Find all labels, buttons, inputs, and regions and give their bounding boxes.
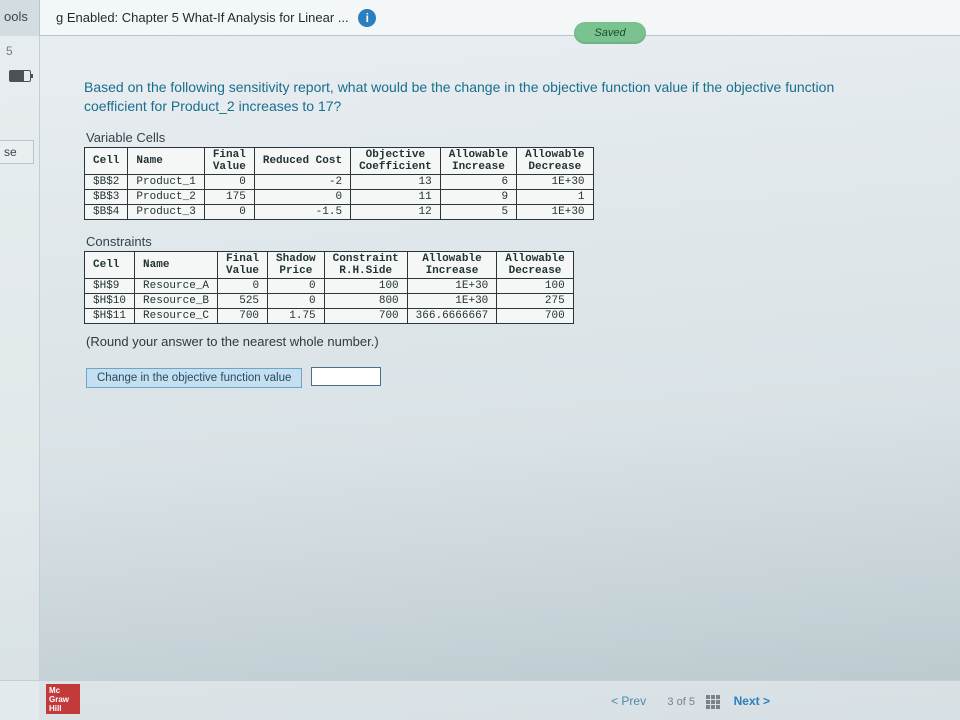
table-row: $B$3 Product_2 175 0 11 9 1 bbox=[85, 189, 594, 204]
cell: 1.75 bbox=[268, 308, 325, 323]
tab-se[interactable]: se bbox=[0, 140, 34, 164]
cell: 0 bbox=[268, 278, 325, 293]
table-row: $B$2 Product_1 0 -2 13 6 1E+30 bbox=[85, 174, 594, 189]
question-text: Based on the following sensitivity repor… bbox=[84, 78, 884, 116]
table-row: $H$10 Resource_B 525 0 800 1E+30 275 bbox=[85, 293, 574, 308]
cell: $B$4 bbox=[85, 204, 128, 219]
col-name: Name bbox=[128, 147, 204, 174]
cell: 1E+30 bbox=[517, 204, 593, 219]
assignment-title: g Enabled: Chapter 5 What-If Analysis fo… bbox=[56, 9, 376, 27]
variable-cells-heading: Variable Cells bbox=[86, 130, 936, 145]
table-header-row: Cell Name Final Value Shadow Price Const… bbox=[85, 251, 574, 278]
info-icon[interactable]: i bbox=[358, 9, 376, 27]
cell: 11 bbox=[351, 189, 441, 204]
cell: Product_1 bbox=[128, 174, 204, 189]
cell: 1E+30 bbox=[517, 174, 593, 189]
navigation: < Prev 3 of 5 Next > bbox=[601, 690, 780, 712]
next-button[interactable]: Next > bbox=[724, 690, 780, 712]
cell: 100 bbox=[497, 278, 573, 293]
cell: $B$3 bbox=[85, 189, 128, 204]
battery-icon bbox=[9, 70, 31, 82]
cell: Resource_B bbox=[135, 293, 218, 308]
cell: $H$9 bbox=[85, 278, 135, 293]
rail-number: 5 bbox=[6, 44, 39, 58]
answer-row: Change in the objective function value bbox=[86, 367, 936, 388]
mcgraw-hill-logo: Mc Graw Hill bbox=[46, 684, 80, 714]
cell: 0 bbox=[218, 278, 268, 293]
cell: Product_2 bbox=[128, 189, 204, 204]
cell: 6 bbox=[440, 174, 516, 189]
saved-badge: Saved bbox=[574, 22, 646, 44]
cell: $H$11 bbox=[85, 308, 135, 323]
col-objective: Objective Coefficient bbox=[351, 147, 441, 174]
page-indicator: 3 of 5 bbox=[667, 696, 695, 708]
constraints-heading: Constraints bbox=[86, 234, 936, 249]
question-content: Based on the following sensitivity repor… bbox=[84, 78, 936, 388]
cell: 0 bbox=[204, 174, 254, 189]
cell: 366.6666667 bbox=[407, 308, 497, 323]
grid-icon[interactable] bbox=[706, 695, 720, 709]
top-bar: ools g Enabled: Chapter 5 What-If Analys… bbox=[0, 0, 960, 36]
assignment-title-text: g Enabled: Chapter 5 What-If Analysis fo… bbox=[56, 10, 349, 25]
cell: $B$2 bbox=[85, 174, 128, 189]
cell: 9 bbox=[440, 189, 516, 204]
prev-button[interactable]: < Prev bbox=[601, 690, 656, 712]
cell: 13 bbox=[351, 174, 441, 189]
table-row: $H$11 Resource_C 700 1.75 700 366.666666… bbox=[85, 308, 574, 323]
col-cell: Cell bbox=[85, 147, 128, 174]
cell: 1E+30 bbox=[407, 278, 497, 293]
cell: $H$10 bbox=[85, 293, 135, 308]
table-row: $B$4 Product_3 0 -1.5 12 5 1E+30 bbox=[85, 204, 594, 219]
table-row: $H$9 Resource_A 0 0 100 1E+30 100 bbox=[85, 278, 574, 293]
col-rhs: Constraint R.H.Side bbox=[324, 251, 407, 278]
cell: 175 bbox=[204, 189, 254, 204]
cell: 1 bbox=[517, 189, 593, 204]
cell: 0 bbox=[254, 189, 350, 204]
cell: -2 bbox=[254, 174, 350, 189]
col-final: Final Value bbox=[204, 147, 254, 174]
tab-tools[interactable]: ools bbox=[0, 0, 40, 36]
col-allow-inc: Allowable Increase bbox=[440, 147, 516, 174]
cell: 525 bbox=[218, 293, 268, 308]
cell: 700 bbox=[324, 308, 407, 323]
constraints-table: Cell Name Final Value Shadow Price Const… bbox=[84, 251, 574, 324]
cell: 12 bbox=[351, 204, 441, 219]
col-allow-dec: Allowable Decrease bbox=[517, 147, 593, 174]
cell: 100 bbox=[324, 278, 407, 293]
col-shadow: Shadow Price bbox=[268, 251, 325, 278]
col-reduced: Reduced Cost bbox=[254, 147, 350, 174]
col-allow-inc: Allowable Increase bbox=[407, 251, 497, 278]
rounding-note: (Round your answer to the nearest whole … bbox=[86, 334, 936, 349]
cell: Product_3 bbox=[128, 204, 204, 219]
left-rail: 5 bbox=[0, 36, 40, 720]
answer-label: Change in the objective function value bbox=[86, 368, 302, 388]
col-allow-dec: Allowable Decrease bbox=[497, 251, 573, 278]
cell: 700 bbox=[497, 308, 573, 323]
cell: 1E+30 bbox=[407, 293, 497, 308]
col-final: Final Value bbox=[218, 251, 268, 278]
cell: 700 bbox=[218, 308, 268, 323]
answer-input[interactable] bbox=[311, 367, 381, 386]
cell: 275 bbox=[497, 293, 573, 308]
col-name: Name bbox=[135, 251, 218, 278]
cell: -1.5 bbox=[254, 204, 350, 219]
footer: Mc Graw Hill < Prev 3 of 5 Next > bbox=[0, 680, 960, 720]
col-cell: Cell bbox=[85, 251, 135, 278]
cell: 0 bbox=[204, 204, 254, 219]
cell: 5 bbox=[440, 204, 516, 219]
cell: 0 bbox=[268, 293, 325, 308]
variable-cells-table: Cell Name Final Value Reduced Cost Objec… bbox=[84, 147, 594, 220]
cell: 800 bbox=[324, 293, 407, 308]
table-header-row: Cell Name Final Value Reduced Cost Objec… bbox=[85, 147, 594, 174]
cell: Resource_A bbox=[135, 278, 218, 293]
cell: Resource_C bbox=[135, 308, 218, 323]
